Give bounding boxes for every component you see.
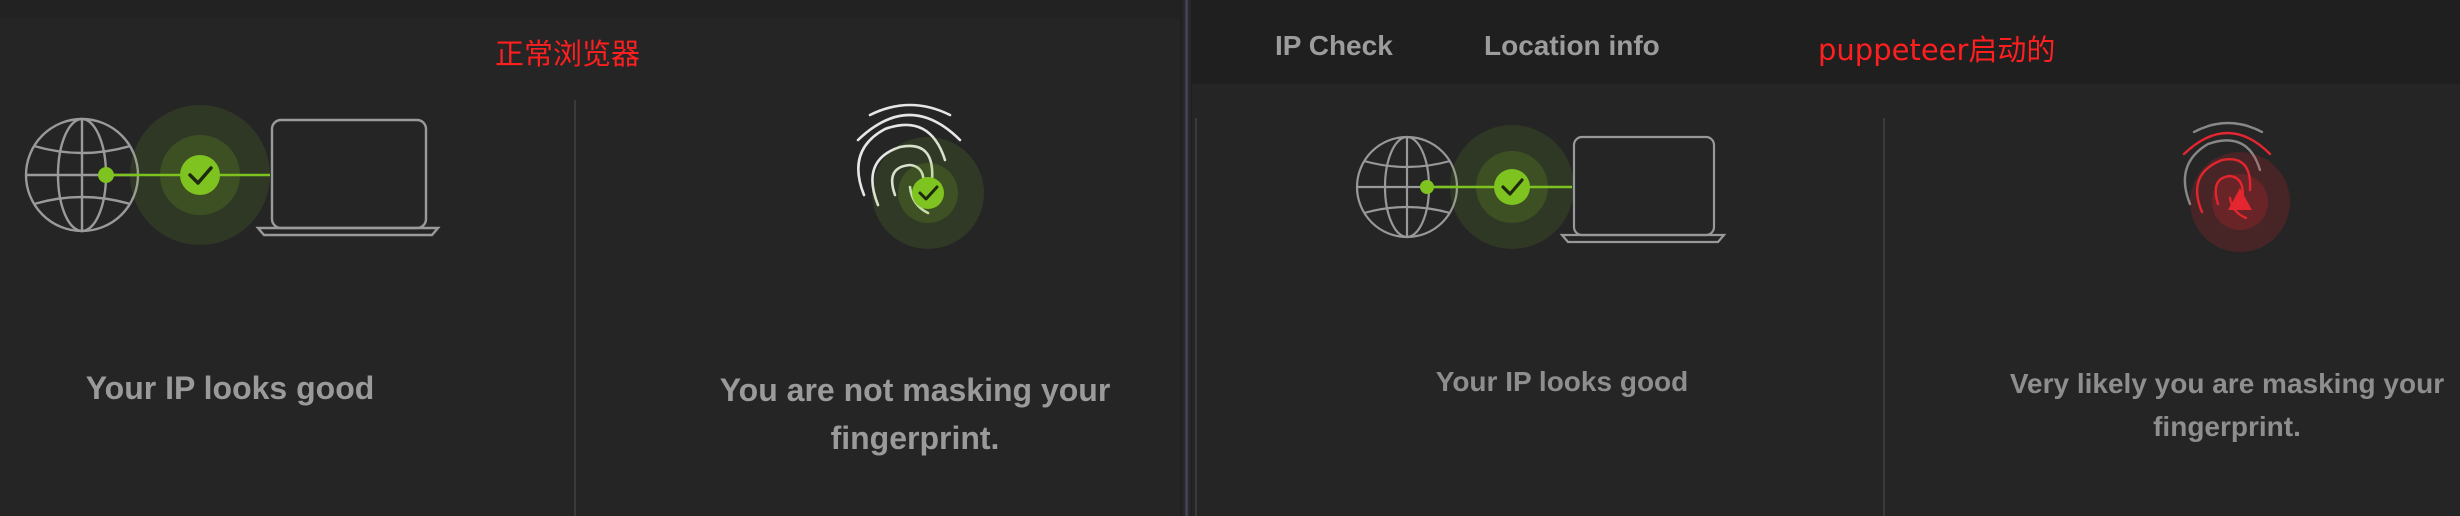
fingerprint-status-text: Very likely you are masking your fingerp…	[1992, 362, 2460, 448]
tab-location-info[interactable]: Location info	[1484, 30, 1660, 62]
shield-check-icon	[1450, 125, 1574, 249]
annotation-label: puppeteer启动的	[1818, 33, 2056, 67]
fingerprint-graphic	[856, 103, 984, 249]
normal-browser-panel: 正常浏览器 Your IP looks good You are not mas…	[0, 0, 1180, 516]
warning-triangle-icon	[2190, 152, 2290, 252]
fingerprint-status-line2: fingerprint.	[830, 420, 1000, 456]
puppeteer-browser-panel: IP Check Location info puppeteer启动的 Your…	[1192, 0, 2460, 516]
top-strip	[0, 0, 1180, 18]
laptop-icon	[255, 118, 441, 237]
column-divider	[574, 100, 576, 516]
ip-check-graphic	[24, 105, 441, 245]
ip-status-text: Your IP looks good	[1435, 366, 1689, 397]
fingerprint-graphic	[2182, 121, 2290, 252]
tab-ip-check[interactable]: IP Check	[1275, 30, 1393, 62]
screenshot-seam	[1180, 0, 1192, 516]
ip-status-text: Your IP looks good	[85, 370, 375, 406]
fingerprint-status-line1: You are not masking your	[719, 372, 1111, 408]
fingerprint-status-text: You are not masking your fingerprint.	[650, 366, 1180, 462]
fingerprint-status-line1: Very likely you are masking your	[2009, 368, 2445, 399]
check-badge-icon	[872, 137, 984, 249]
annotation-label: 正常浏览器	[495, 37, 641, 71]
ip-check-graphic	[1355, 125, 1727, 249]
column-divider	[1883, 118, 1885, 516]
shield-check-icon	[130, 105, 270, 245]
fingerprint-status-line2: fingerprint.	[2153, 411, 2301, 442]
laptop-icon	[1559, 135, 1727, 244]
left-divider	[1195, 118, 1197, 516]
